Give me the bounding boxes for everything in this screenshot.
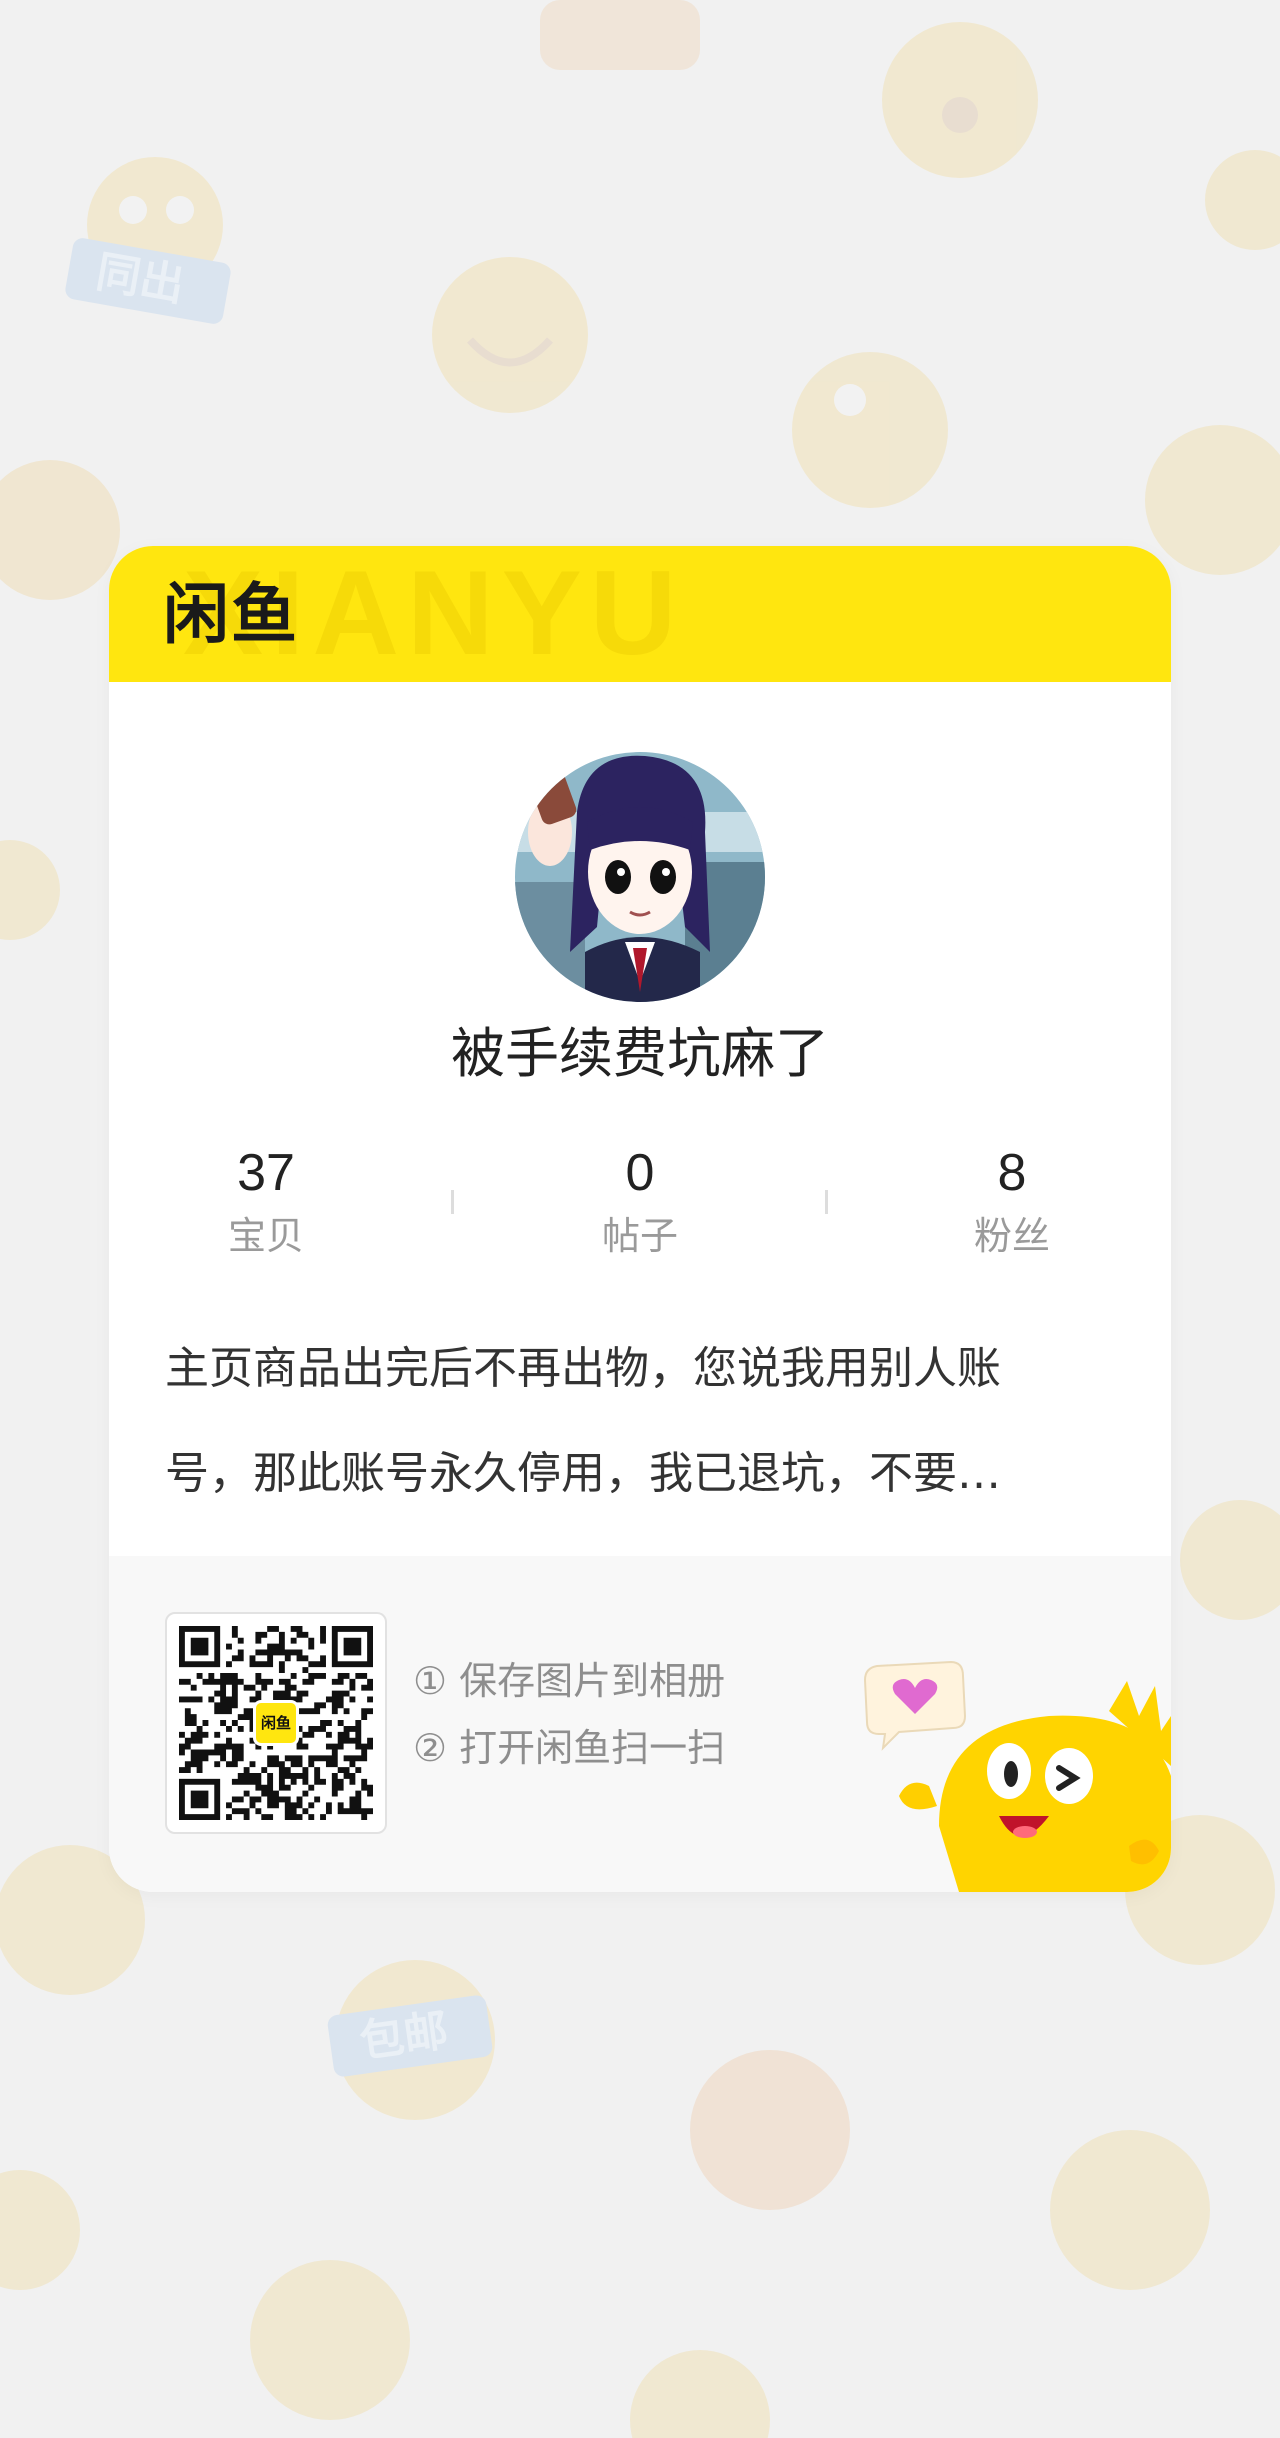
stat-divider [825,1190,828,1214]
card-header: XIANYU 闲鱼 [109,546,1171,682]
stat-fans-count: 8 [997,1144,1027,1202]
stat-items[interactable]: 37 宝贝 [166,1142,366,1260]
heart-bubble-icon [863,1660,967,1751]
qr-center-logo: 闲鱼 [253,1700,299,1746]
emoji-sticker-icon [792,352,948,508]
emoji-sticker-icon [690,2050,850,2210]
profile-bio: 主页商品出完后不再出物，您说我用别人账 号，那此账号永久停用，我已退坑，不要… [165,1316,1105,1526]
avatar [515,752,765,1002]
emoji-sticker-icon [882,22,1038,178]
share-step-save: ① 保存图片到相册 [413,1659,726,1703]
stat-posts-label: 帖子 [601,1214,678,1258]
stat-items-label: 宝贝 [227,1214,304,1258]
avatar-anime-girl-icon [515,752,765,1002]
emoji-sticker-icon [1050,2130,1210,2290]
stat-fans[interactable]: 8 粉丝 [912,1142,1112,1260]
emoji-sticker-icon [0,2170,80,2290]
stat-items-count: 37 [237,1144,295,1202]
qr-code: 闲鱼 [165,1612,387,1834]
nickname: 被手续费坑麻了 [451,1022,829,1085]
bio-line: 主页商品出完后不再出物，您说我用别人账 [165,1343,1001,1394]
stat-fans-label: 粉丝 [973,1214,1050,1258]
emoji-sticker-icon [1180,1500,1280,1620]
emoji-sticker-icon [540,0,700,70]
profile-share-card: XIANYU 闲鱼 被手续费坑麻了 37 宝贝 0 帖子 8 粉丝 主页商品出完… [109,546,1171,1892]
stat-posts-count: 0 [625,1144,655,1202]
stat-posts[interactable]: 0 帖子 [540,1142,740,1260]
emoji-sticker-icon [0,460,120,600]
emoji-sticker-icon [630,2350,770,2438]
stat-divider [451,1190,454,1214]
bio-line: 号，那此账号永久停用，我已退坑，不要… [165,1448,1001,1499]
share-footer: 闲鱼 ① 保存图片到相册 ② 打开闲鱼扫一扫 [109,1556,1171,1892]
emoji-sticker-icon [1205,150,1280,250]
share-step-scan: ② 打开闲鱼扫一扫 [413,1726,726,1770]
xianyu-logo: 闲鱼 [163,576,299,653]
emoji-sticker-icon [0,840,60,940]
emoji-sticker-icon [250,2260,410,2420]
fish-mascot-icon [863,1660,1171,1892]
emoji-sticker-icon [432,257,588,413]
